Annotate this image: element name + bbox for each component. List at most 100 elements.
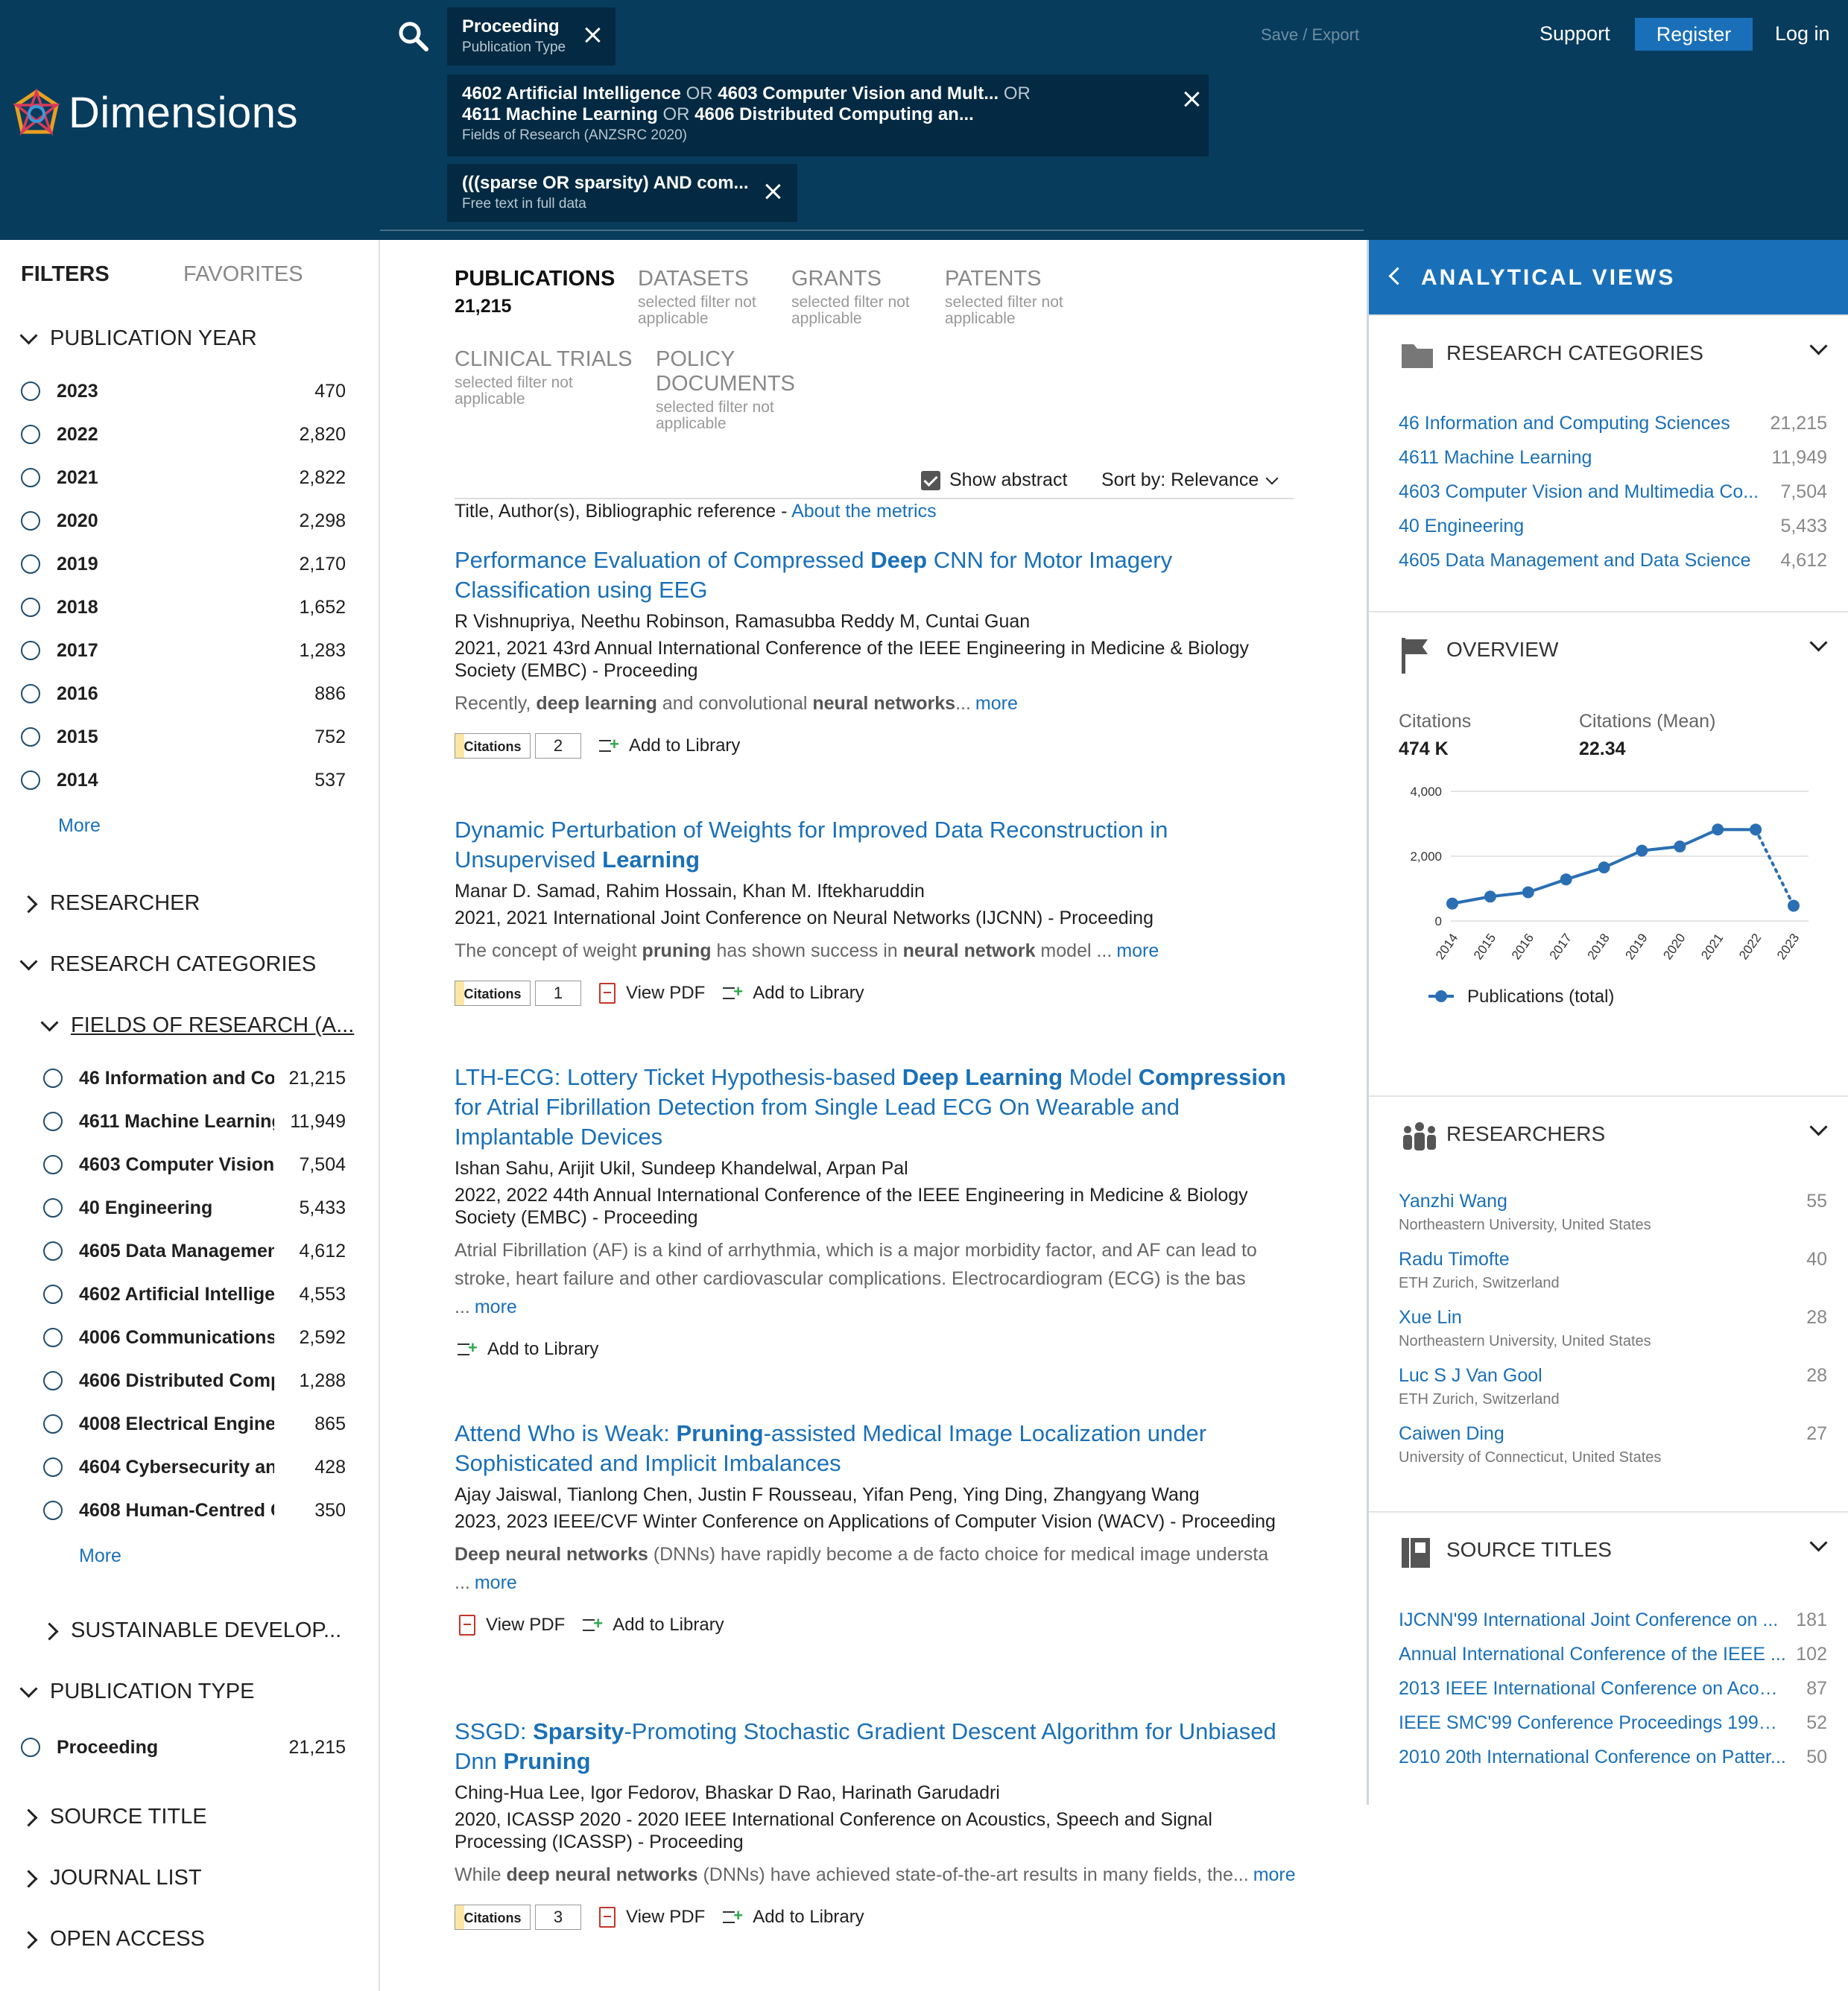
filter-row-field[interactable]: 4606 Distributed Computing 1,288 bbox=[43, 1368, 346, 1393]
section-header[interactable]: OVERVIEW bbox=[1369, 613, 1848, 687]
data-point[interactable] bbox=[1484, 890, 1496, 903]
category-link[interactable]: 40 Engineering bbox=[1399, 516, 1524, 537]
category-row[interactable]: 46 Information and Computing Sciences 21,… bbox=[1399, 413, 1827, 434]
data-point[interactable] bbox=[1598, 861, 1610, 874]
filter-row-field[interactable]: 4604 Cybersecurity and Privacy 428 bbox=[43, 1455, 346, 1480]
tab-policy-documents[interactable]: POLICY DOCUMENTS selected filter not app… bbox=[656, 347, 795, 432]
radio-button[interactable] bbox=[43, 1241, 63, 1261]
view-pdf-button[interactable]: View PDF bbox=[599, 983, 705, 1004]
radio-button[interactable] bbox=[21, 554, 40, 574]
section-sustainable-development[interactable]: SUSTAINABLE DEVELOP... bbox=[40, 1618, 341, 1643]
add-to-library-button[interactable]: Add to Library bbox=[599, 735, 740, 756]
radio-button[interactable] bbox=[21, 425, 40, 444]
about-metrics-link[interactable]: About the metrics bbox=[791, 501, 937, 522]
source-title-row[interactable]: IJCNN'99 International Joint Conference … bbox=[1399, 1609, 1827, 1631]
source-title-row[interactable]: IEEE SMC'99 Conference Proceedings 1999 … bbox=[1399, 1712, 1827, 1734]
section-header[interactable]: SOURCE TITLES bbox=[1369, 1513, 1848, 1587]
radio-button[interactable] bbox=[21, 641, 40, 660]
radio-button[interactable] bbox=[21, 1738, 40, 1757]
radio-button[interactable] bbox=[21, 382, 40, 401]
radio-button[interactable] bbox=[43, 1069, 63, 1088]
section-researcher[interactable]: RESEARCHER bbox=[19, 891, 200, 916]
filter-chip-publication-type[interactable]: Proceeding Publication Type bbox=[447, 7, 616, 66]
researcher-name-link[interactable]: Xue Lin bbox=[1399, 1307, 1462, 1329]
filter-row-field[interactable]: 40 Engineering 5,433 bbox=[43, 1195, 346, 1221]
source-title-row[interactable]: Annual International Conference of the I… bbox=[1399, 1644, 1827, 1665]
add-to-library-button[interactable]: Add to Library bbox=[583, 1614, 724, 1636]
save-export-button[interactable]: Save / Export bbox=[1261, 25, 1359, 45]
filter-row-field[interactable]: 4006 Communications Engineering 2,592 bbox=[43, 1325, 346, 1350]
view-pdf-button[interactable]: View PDF bbox=[599, 1907, 705, 1928]
tab-datasets[interactable]: DATASETS selected filter not applicable bbox=[638, 267, 772, 327]
source-title-link[interactable]: 2010 20th International Conference on Pa… bbox=[1399, 1747, 1786, 1768]
filter-row-field[interactable]: 4602 Artificial Intelligence 4,553 bbox=[43, 1282, 346, 1307]
radio-button[interactable] bbox=[43, 1155, 63, 1174]
radio-button[interactable] bbox=[43, 1501, 63, 1520]
category-link[interactable]: 4605 Data Management and Data Science bbox=[1399, 550, 1751, 572]
radio-button[interactable] bbox=[43, 1285, 63, 1304]
radio-button[interactable] bbox=[43, 1371, 63, 1390]
tab-clinical-trials[interactable]: CLINICAL TRIALS selected filter not appl… bbox=[455, 347, 633, 408]
radio-button[interactable] bbox=[43, 1198, 63, 1218]
category-row[interactable]: 4605 Data Management and Data Science 4,6… bbox=[1399, 550, 1827, 572]
category-row[interactable]: 4611 Machine Learning 11,949 bbox=[1399, 447, 1827, 469]
section-publication-year[interactable]: PUBLICATION YEAR bbox=[19, 326, 257, 351]
filter-row-field[interactable]: 46 Information and Computing Sciences 21,… bbox=[43, 1066, 346, 1091]
publication-title-link[interactable]: LTH-ECG: Lottery Ticket Hypothesis-based… bbox=[455, 1063, 1297, 1152]
support-link[interactable]: Support bbox=[1540, 22, 1610, 45]
filter-row-year[interactable]: 2015 752 bbox=[21, 724, 346, 750]
checkbox-checked-icon[interactable] bbox=[921, 470, 940, 490]
login-link[interactable]: Log in bbox=[1775, 22, 1830, 45]
filter-row-year[interactable]: 2014 537 bbox=[21, 767, 346, 793]
filter-row-proceeding[interactable]: Proceeding 21,215 bbox=[21, 1735, 346, 1760]
section-research-categories[interactable]: RESEARCH CATEGORIES bbox=[19, 952, 316, 977]
filter-row-year[interactable]: 2022 2,820 bbox=[21, 422, 346, 447]
radio-button[interactable] bbox=[21, 468, 40, 487]
data-point[interactable] bbox=[1712, 823, 1724, 836]
data-point[interactable] bbox=[1560, 873, 1572, 886]
more-link[interactable]: more bbox=[1253, 1864, 1296, 1885]
filter-row-field[interactable]: 4603 Computer Vision and Multimedia Comp… bbox=[43, 1152, 346, 1177]
filter-row-year[interactable]: 2023 470 bbox=[21, 379, 346, 404]
category-link[interactable]: 4603 Computer Vision and Multimedia Co..… bbox=[1399, 481, 1759, 503]
radio-button[interactable] bbox=[43, 1112, 63, 1131]
more-link[interactable]: more bbox=[475, 1572, 517, 1593]
section-journal-list[interactable]: JOURNAL LIST bbox=[19, 1866, 202, 1890]
filter-row-year[interactable]: 2019 2,170 bbox=[21, 551, 346, 577]
filter-row-year[interactable]: 2020 2,298 bbox=[21, 508, 346, 534]
researcher-name-link[interactable]: Radu Timofte bbox=[1399, 1249, 1510, 1270]
source-title-link[interactable]: 2013 IEEE International Conference on Ac… bbox=[1399, 1678, 1786, 1700]
add-to-library-button[interactable]: Add to Library bbox=[723, 982, 864, 1004]
more-years-link[interactable]: More bbox=[58, 815, 101, 837]
data-point[interactable] bbox=[1636, 844, 1648, 857]
filter-row-year[interactable]: 2021 2,822 bbox=[21, 465, 346, 490]
filter-row-field[interactable]: 4008 Electrical Engineering 865 bbox=[43, 1411, 346, 1437]
register-button[interactable]: Register bbox=[1635, 18, 1753, 51]
category-row[interactable]: 40 Engineering 5,433 bbox=[1399, 516, 1827, 537]
data-point[interactable] bbox=[1788, 899, 1800, 912]
section-header[interactable]: RESEARCH CATEGORIES bbox=[1369, 316, 1848, 390]
search-icon[interactable] bbox=[396, 19, 429, 52]
filter-row-field[interactable]: 4608 Human-Centred Computing 350 bbox=[43, 1498, 346, 1523]
source-title-link[interactable]: Annual International Conference of the I… bbox=[1399, 1644, 1786, 1665]
section-publication-type[interactable]: PUBLICATION TYPE bbox=[19, 1680, 255, 1704]
section-header[interactable]: RESEARCHERS bbox=[1369, 1097, 1848, 1171]
radio-button[interactable] bbox=[21, 727, 40, 747]
more-link[interactable]: more bbox=[975, 693, 1018, 714]
radio-button[interactable] bbox=[21, 770, 40, 790]
show-abstract-checkbox[interactable]: Show abstract bbox=[921, 469, 1067, 491]
more-fields-link[interactable]: More bbox=[79, 1545, 121, 1567]
data-point[interactable] bbox=[1522, 886, 1534, 899]
publication-title-link[interactable]: SSGD: Sparsity-Promoting Stochastic Grad… bbox=[455, 1717, 1297, 1776]
section-fields-of-research[interactable]: FIELDS OF RESEARCH (A... bbox=[40, 1013, 354, 1038]
researcher-name-link[interactable]: Luc S J Van Gool bbox=[1399, 1365, 1542, 1387]
radio-button[interactable] bbox=[21, 511, 40, 531]
close-icon[interactable] bbox=[765, 183, 781, 200]
publication-title-link[interactable]: Dynamic Perturbation of Weights for Impr… bbox=[455, 815, 1297, 875]
publication-title-link[interactable]: Performance Evaluation of Compressed Dee… bbox=[455, 545, 1297, 605]
filter-chip-fields-of-research[interactable]: 4602 Artificial Intelligence OR 4603 Com… bbox=[447, 75, 1209, 156]
close-icon[interactable] bbox=[1183, 91, 1200, 107]
sort-dropdown[interactable]: Sort by: Relevance bbox=[1101, 469, 1279, 491]
filter-chip-free-text[interactable]: (((sparse OR sparsity) AND com... Free t… bbox=[447, 164, 797, 222]
section-open-access[interactable]: OPEN ACCESS bbox=[19, 1927, 205, 1952]
